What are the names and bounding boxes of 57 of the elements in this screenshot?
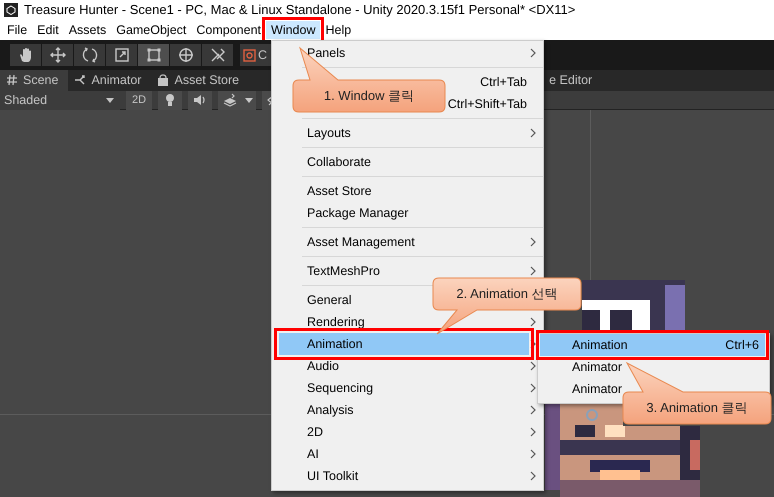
tool-button[interactable] — [170, 44, 201, 66]
menu-item[interactable]: Help — [320, 21, 356, 39]
pivot-button[interactable]: C — [240, 44, 274, 66]
tool-button[interactable] — [42, 44, 73, 66]
tool-button[interactable] — [10, 44, 41, 66]
menu-entry[interactable]: Asset Store — [279, 180, 529, 202]
editor-tab[interactable]: e Editor — [543, 70, 602, 91]
app-icon — [4, 3, 18, 17]
menu-item[interactable]: Edit — [32, 21, 64, 39]
scene-view-button[interactable] — [158, 90, 182, 110]
shopping-bag-icon — [157, 74, 170, 87]
menu-entry[interactable]: Audio — [279, 355, 529, 377]
callout-text: 3. Animation 클릭 — [646, 399, 748, 417]
callout-text: 2. Animation 선택 — [456, 285, 558, 303]
menu-entry[interactable]: Collaborate — [279, 151, 529, 173]
menu-entry[interactable]: Panels — [279, 42, 529, 64]
editor-tab[interactable]: Asset Store — [151, 70, 250, 91]
branch-icon — [74, 74, 86, 87]
menu-entry[interactable]: 2D — [279, 421, 529, 443]
mode-2d-button[interactable]: 2D — [126, 90, 152, 110]
transform-icon — [176, 46, 194, 64]
speaker-icon — [193, 93, 208, 107]
layers-icon — [223, 93, 238, 107]
pivot-icon — [243, 48, 256, 62]
menu-entry[interactable]: Animator — [540, 356, 765, 378]
rotate-icon — [80, 46, 98, 64]
tool-button[interactable] — [74, 44, 105, 66]
tool-button[interactable] — [106, 44, 137, 66]
menu-item[interactable]: Assets — [64, 21, 112, 39]
tool-button[interactable] — [138, 44, 169, 66]
menu-item[interactable]: Component — [191, 21, 266, 39]
menu-entry[interactable]: Asset Management — [279, 231, 529, 253]
menu-entry[interactable]: TextMeshPro — [279, 260, 529, 282]
menu-entry[interactable]: Layouts — [279, 122, 529, 144]
tools-icon — [208, 46, 226, 64]
window-title: Treasure Hunter - Scene1 - PC, Mac & Linux Standalone - Unity 2020.3.15f1 Personal* <DX11> — [24, 1, 576, 20]
menu-item[interactable]: Window — [266, 21, 320, 39]
menu-entry[interactable]: UI Toolkit — [279, 465, 529, 487]
editor-tab[interactable]: Scene — [0, 70, 68, 91]
menu-item[interactable]: GameObject — [111, 21, 192, 39]
grid-icon — [6, 74, 18, 87]
tool-button[interactable] — [202, 44, 233, 66]
scale-icon — [112, 46, 130, 64]
rect-tool-icon — [144, 46, 162, 64]
scene-view-button[interactable] — [188, 90, 212, 110]
menu-entry[interactable]: Animation Ctrl+6 — [540, 334, 765, 356]
menu-entry[interactable]: AI — [279, 443, 529, 465]
callout-text: 1. Window 클릭 — [324, 87, 414, 105]
move-arrows-icon — [48, 46, 66, 64]
menu-entry[interactable]: Package Manager — [279, 202, 529, 224]
caret-icon — [245, 98, 254, 102]
menu-item[interactable]: File — [2, 21, 32, 39]
menu-entry[interactable]: Analysis — [279, 399, 529, 421]
caret-icon — [106, 98, 114, 102]
editor-tab[interactable]: Animator — [68, 70, 152, 91]
menu-entry[interactable]: Sequencing — [279, 377, 529, 399]
menu-entry[interactable]: Rendering — [279, 311, 529, 333]
